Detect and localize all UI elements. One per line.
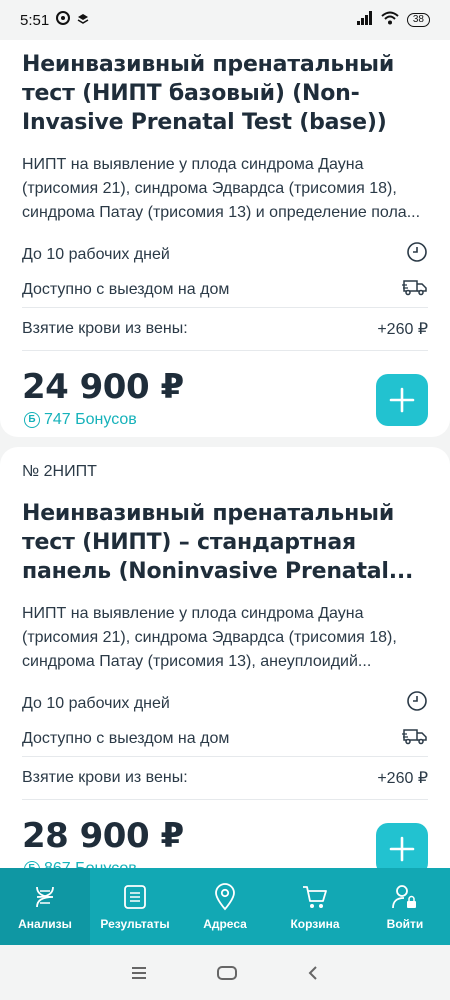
bonus-info: Б 747 Бонусов: [24, 411, 137, 429]
bonus-coin-icon: Б: [24, 861, 40, 868]
bonus-info: Б 867 Бонусов: [24, 860, 137, 868]
home-visit-text: Доступно с выездом на дом: [22, 729, 230, 747]
blood-draw-price: +260 ₽: [377, 321, 428, 338]
add-to-cart-button[interactable]: [376, 823, 428, 868]
test-price: 28 900 ₽: [22, 816, 184, 856]
clock-icon: [406, 241, 428, 268]
blood-draw-label: Взятие крови из вены:: [22, 320, 188, 337]
price-block: 28 900 ₽ Б 867 Бонусов: [22, 800, 428, 868]
duration-text: До 10 рабочих дней: [22, 694, 170, 712]
blood-draw-row: Взятие крови из вены: +260 ₽: [22, 757, 428, 799]
wifi-icon: [381, 11, 399, 29]
plus-icon: [389, 836, 415, 862]
tab-addresses[interactable]: Адреса: [180, 868, 270, 945]
test-title[interactable]: Неинвазивный пренатальный тест (НИПТ) – …: [22, 489, 428, 586]
blood-draw-row: Взятие крови из вены: +260 ₽: [22, 308, 428, 350]
bottom-tab-bar: Анализы Результаты Адреса Корзина Войти: [0, 868, 450, 945]
tab-label: Войти: [386, 916, 424, 931]
test-title[interactable]: Неинвазивный пренатальный тест (НИПТ баз…: [22, 40, 428, 137]
tab-analyses[interactable]: Анализы: [0, 868, 90, 945]
test-card[interactable]: Неинвазивный пренатальный тест (НИПТ баз…: [0, 40, 450, 437]
duration-row: До 10 рабочих дней: [22, 686, 428, 721]
menu-icon[interactable]: [130, 966, 148, 980]
status-time: 5:51: [20, 11, 50, 29]
tab-results[interactable]: Результаты: [90, 868, 180, 945]
home-icon[interactable]: [216, 965, 238, 981]
delivery-van-icon: [402, 278, 428, 301]
tab-label: Корзина: [290, 916, 340, 931]
hotspot-icon: [55, 10, 71, 30]
dna-icon: [36, 886, 54, 907]
battery-indicator: 38: [406, 13, 430, 27]
home-visit-text: Доступно с выездом на дом: [22, 280, 230, 298]
list-icon: [124, 884, 146, 909]
test-price: 24 900 ₽: [22, 367, 184, 407]
duration-text: До 10 рабочих дней: [22, 245, 170, 263]
status-bar: 5:51 38: [0, 0, 450, 40]
tab-cart[interactable]: Корзина: [270, 868, 360, 945]
delivery-van-icon: [402, 727, 428, 750]
back-icon[interactable]: [306, 965, 320, 981]
tab-label: Результаты: [100, 916, 170, 931]
clock-icon: [406, 690, 428, 717]
add-to-cart-button[interactable]: [376, 374, 428, 426]
test-code: № 2НИПТ: [22, 463, 97, 480]
tab-login[interactable]: Войти: [360, 868, 450, 945]
layers-icon: [77, 12, 89, 29]
duration-row: До 10 рабочих дней: [22, 237, 428, 272]
cart-icon: [303, 885, 327, 908]
test-card[interactable]: № 2НИПТ Неинвазивный пренатальный тест (…: [0, 447, 450, 868]
price-block: 24 900 ₽ Б 747 Бонусов: [22, 351, 428, 447]
home-visit-row: Доступно с выездом на дом: [22, 721, 428, 756]
bonus-text: 867 Бонусов: [44, 860, 137, 868]
test-description: НИПТ на выявление у плода синдрома Дауна…: [22, 605, 397, 670]
test-list[interactable]: Неинвазивный пренатальный тест (НИПТ баз…: [0, 40, 450, 868]
location-pin-icon: [215, 882, 235, 910]
blood-draw-price: +260 ₽: [377, 770, 428, 787]
home-visit-row: Доступно с выездом на дом: [22, 272, 428, 307]
bonus-text: 747 Бонусов: [44, 411, 137, 428]
blood-draw-label: Взятие крови из вены:: [22, 769, 188, 786]
test-description: НИПТ на выявление у плода синдрома Дауна…: [22, 156, 421, 221]
user-lock-icon: [392, 884, 416, 908]
bonus-coin-icon: Б: [24, 412, 40, 428]
signal-icon: [356, 11, 373, 29]
tab-label: Адреса: [203, 916, 247, 931]
system-nav-bar: [0, 945, 450, 1000]
plus-icon: [389, 387, 415, 413]
tab-label: Анализы: [18, 916, 72, 931]
